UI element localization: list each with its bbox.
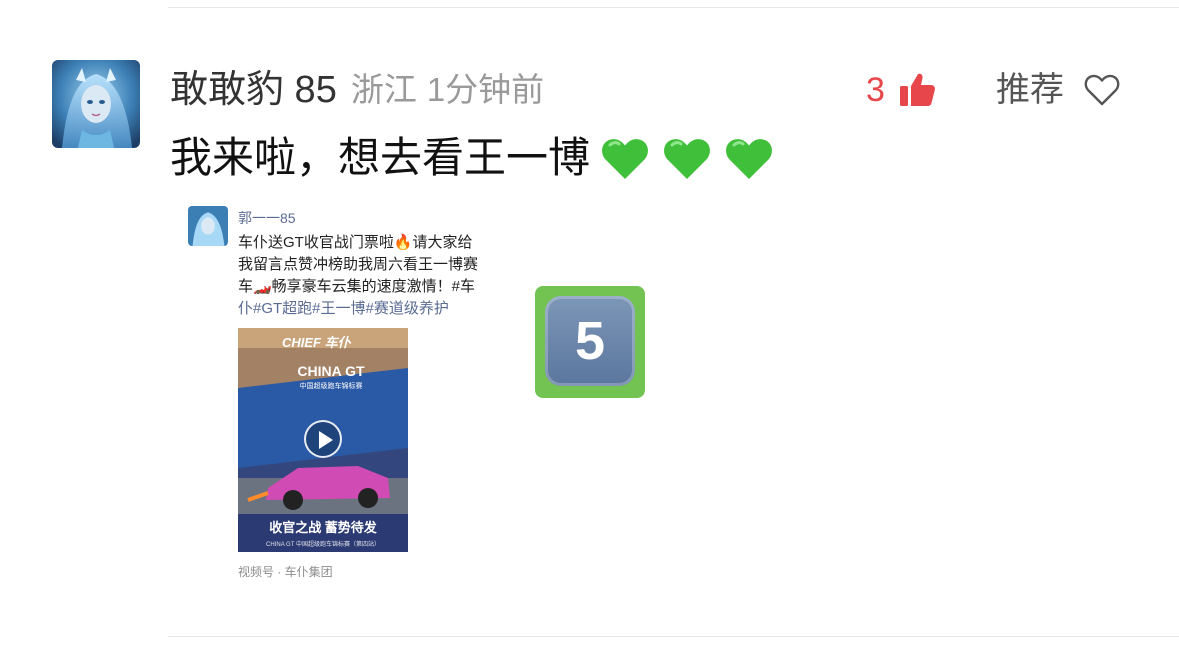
green-heart-icon	[660, 131, 714, 185]
keycap-icon: 5	[545, 296, 635, 386]
video-banner: CHINA GT 中国超级跑车锦标赛	[268, 364, 394, 394]
username[interactable]: 敢敢豹 85	[170, 62, 337, 118]
timestamp: 1分钟前	[426, 71, 545, 108]
video-caption: 收官之战 蓄势待发 CHINA GT 中国超级跑车锦标赛（第四站）	[238, 514, 408, 552]
location: 浙江	[350, 71, 417, 108]
caption-subtitle: CHINA GT 中国超级跑车锦标赛（第四站）	[266, 542, 380, 548]
post-avatar	[188, 206, 228, 246]
banner-subtitle: 中国超级跑车锦标赛	[299, 383, 363, 390]
comment-text: 我来啦，想去看王一博	[170, 128, 776, 188]
like-button[interactable]: 3	[866, 62, 937, 118]
bottom-divider	[168, 636, 1179, 637]
post-line: 车🏎️畅享豪车云集的速度激情！#车	[238, 278, 476, 295]
green-heart-icon	[722, 131, 776, 185]
keycap-number: 5	[574, 311, 606, 371]
green-heart-icon	[598, 131, 652, 185]
comment-body: 我来啦，想去看王一博	[170, 134, 591, 181]
fantasy-character-avatar-icon	[52, 60, 140, 148]
post-line: 仆#GT超跑#王一博#赛道级养护	[238, 300, 449, 317]
post-body: 车仆送GT收官战门票啦🔥请大家给 我留言点赞冲榜助我周六看王一博赛 车🏎️畅享豪…	[238, 232, 518, 320]
comment-page: 敢敢豹 85 浙江 1分钟前 3 推荐 我来啦，想去看王一博 郭一一85 车仆送…	[0, 0, 1179, 667]
like-count: 3	[866, 71, 885, 109]
heart-outline-icon	[1082, 70, 1122, 110]
recommend-label: 推荐	[996, 71, 1064, 109]
caption-title: 收官之战 蓄势待发	[269, 520, 377, 535]
post-line: 车仆送GT收官战门票啦🔥请大家给	[238, 234, 473, 251]
banner-title: CHINA GT	[297, 363, 365, 379]
recommend-button[interactable]: 推荐	[996, 62, 1122, 118]
play-icon[interactable]	[304, 420, 342, 458]
comment-meta: 浙江 1分钟前	[351, 62, 544, 118]
keycap-five-emoji: 5	[535, 286, 645, 398]
thumbs-up-icon	[897, 70, 937, 110]
comment-header: 敢敢豹 85 浙江 1分钟前	[170, 62, 544, 118]
post-line: 我留言点赞冲榜助我周六看王一博赛	[238, 256, 479, 273]
video-brand: CHIEF 车仆	[282, 335, 351, 350]
post-author: 郭一一85	[238, 210, 296, 226]
video-card[interactable]: CHIEF 车仆 CHINA GT 中国超级跑车锦标赛 收官之战 蓄势待发 CH…	[238, 328, 408, 552]
top-divider	[168, 7, 1179, 8]
avatar[interactable]	[52, 60, 140, 148]
video-source[interactable]: 视频号 · 车仆集团	[238, 563, 333, 580]
attached-screenshot[interactable]: 郭一一85 车仆送GT收官战门票啦🔥请大家给 我留言点赞冲榜助我周六看王一博赛 …	[180, 198, 530, 598]
